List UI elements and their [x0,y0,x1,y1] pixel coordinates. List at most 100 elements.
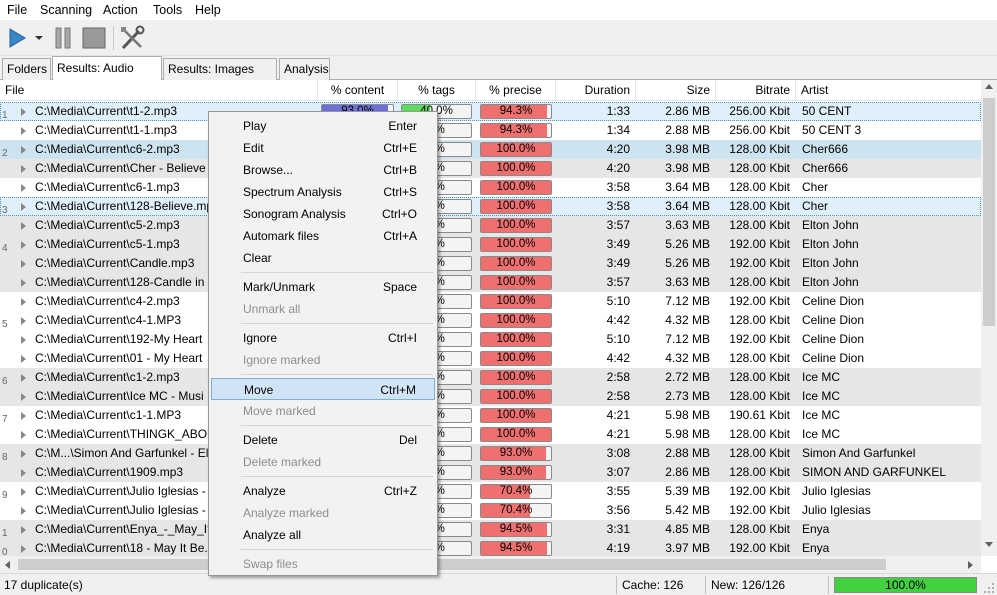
column-header-content[interactable]: % content [318,80,398,101]
expand-arrow-icon[interactable] [21,412,26,420]
table-row[interactable]: C:\Media\Current\c5-2.mp33%100.0%3:573.6… [0,216,981,235]
table-row[interactable]: C:\Media\Current\Julio Iglesias -3%70.4%… [0,501,981,520]
menu-item-shortcut: Ctrl+A [383,229,417,243]
expand-arrow-icon[interactable] [21,374,26,382]
expand-arrow-icon[interactable] [21,336,26,344]
tab-results-audio[interactable]: Results: Audio (17) [52,56,162,97]
tab-folders[interactable]: Folders [2,58,51,80]
scroll-down-arrow-icon[interactable] [985,542,993,548]
menu-item-label: Sonogram Analysis [243,207,346,221]
table-row[interactable]: C:\Media\Current\t1-1.mp30%94.3%1:342.88… [0,121,981,140]
table-row[interactable]: 7C:\Media\Current\c1-1.MP33%100.0%4:215.… [0,406,981,425]
menu-help[interactable]: Help [194,2,222,18]
expand-arrow-icon[interactable] [21,127,26,135]
table-row[interactable]: 9C:\Media\Current\Julio Iglesias -3%70.4… [0,482,981,501]
table-row[interactable]: 6C:\Media\Current\c1-2.mp33%100.0%2:582.… [0,368,981,387]
table-row[interactable]: C:\Media\Current\c6-1.mp35%100.0%3:583.6… [0,178,981,197]
tools-button[interactable] [118,24,146,52]
table-row[interactable]: C:\Media\Current\128-Candle in3%100.0%3:… [0,273,981,292]
table-row[interactable]: C:\Media\Current\Cher - Believe1%100.0%4… [0,159,981,178]
menu-item-sonogram-analysis[interactable]: Sonogram Analysis Ctrl+O [211,203,435,225]
table-row[interactable]: 5C:\Media\Current\c4-1.MP30%100.0%4:424.… [0,311,981,330]
play-dropdown-button[interactable] [32,24,46,52]
menu-action[interactable]: Action [102,2,139,18]
column-header-size[interactable]: Size [636,80,716,101]
expand-arrow-icon[interactable] [21,545,26,553]
play-button[interactable] [4,24,30,52]
table-row[interactable]: 3C:\Media\Current\128-Believe.mp5%100.0%… [0,197,981,216]
column-header-artist[interactable]: Artist [796,80,981,101]
expand-arrow-icon[interactable] [21,431,26,439]
column-header-file[interactable]: File [0,80,318,101]
menu-item-automark-files[interactable]: Automark files Ctrl+A [211,225,435,247]
expand-arrow-icon[interactable] [21,450,26,458]
horizontal-scroll-thumb[interactable] [18,559,886,570]
expand-arrow-icon[interactable] [21,469,26,477]
menu-item-ignore[interactable]: Ignore Ctrl+I [211,327,435,349]
menu-item-spectrum-analysis[interactable]: Spectrum Analysis Ctrl+S [211,181,435,203]
table-row[interactable]: C:\Media\Current\01 - My Heart5%100.0%4:… [0,349,981,368]
pause-icon [55,27,71,49]
table-row[interactable]: 8C:\M...\Simon And Garfunkel - El5%93.0%… [0,444,981,463]
vertical-scrollbar[interactable] [981,80,997,556]
expand-arrow-icon[interactable] [21,488,26,496]
expand-arrow-icon[interactable] [21,355,26,363]
menu-tools[interactable]: Tools [152,2,183,18]
cell-artist: Julio Iglesias [802,503,871,517]
horizontal-scrollbar[interactable] [0,556,981,573]
menu-item-delete[interactable]: Delete Del [211,429,435,451]
table-row[interactable]: 1C:\Media\Current\Enya_-_May_It3%94.5%3:… [0,520,981,539]
expand-arrow-icon[interactable] [21,298,26,306]
table-row[interactable]: C:\Media\Current\THINGK_ABOU3%100.0%4:21… [0,425,981,444]
resize-grip-icon[interactable] [983,582,995,594]
vertical-scroll-thumb[interactable] [983,98,995,326]
stop-button[interactable] [80,24,108,52]
column-header-precise[interactable]: % precise [476,80,556,101]
tab-analysis[interactable]: Analysis [279,58,330,80]
expand-arrow-icon[interactable] [21,507,26,515]
menu-item-mark-unmark[interactable]: Mark/Unmark Space [211,276,435,298]
cell-bitrate: 190.61 Kbit [729,408,790,422]
expand-arrow-icon[interactable] [21,146,26,154]
table-row[interactable]: C:\Media\Current\192-My Heart5%100.0%5:1… [0,330,981,349]
expand-arrow-icon[interactable] [21,184,26,192]
pause-button[interactable] [51,24,75,52]
table-row[interactable]: C:\Media\Current\1909.mp35%93.0%3:072.86… [0,463,981,482]
expand-arrow-icon[interactable] [21,222,26,230]
table-row[interactable]: C:\Media\Current\Candle.mp31%100.0%3:495… [0,254,981,273]
menu-item-browse[interactable]: Browse... Ctrl+B [211,159,435,181]
menu-item-play[interactable]: Play Enter [211,115,435,137]
scroll-right-arrow-icon[interactable] [968,561,974,569]
expand-arrow-icon[interactable] [21,317,26,325]
expand-arrow-icon[interactable] [21,260,26,268]
tab-results-images[interactable]: Results: Images (32) [163,58,277,96]
table-row[interactable]: 1C:\Media\Current\t1-2.mp393.0%40.0%94.3… [0,102,981,121]
menu-item-analyze-all[interactable]: Analyze all [211,524,435,546]
menu-item-edit[interactable]: Edit Ctrl+E [211,137,435,159]
expand-arrow-icon[interactable] [21,241,26,249]
table-row[interactable]: 2C:\Media\Current\c6-2.mp31%100.0%4:203.… [0,140,981,159]
column-header-bitrate[interactable]: Bitrate [716,80,796,101]
table-row[interactable]: C:\Media\Current\Ice MC - Musi3%100.0%2:… [0,387,981,406]
expand-arrow-icon[interactable] [21,279,26,287]
expand-arrow-icon[interactable] [21,203,26,211]
column-header-tags[interactable]: % tags [398,80,476,101]
table-row[interactable]: 0C:\Media\Current\18 - May It Be.3%94.5%… [0,539,981,556]
table-row[interactable]: 4C:\Media\Current\c5-1.mp31%100.0%3:495.… [0,235,981,254]
menu-item-clear[interactable]: Clear [211,247,435,269]
menu-item-analyze[interactable]: Analyze Ctrl+Z [211,480,435,502]
precise-percent-bar: 100.0% [480,370,552,385]
expand-arrow-icon[interactable] [21,393,26,401]
status-duplicates: 17 duplicate(s) [4,578,83,592]
scroll-up-arrow-icon[interactable] [985,84,993,90]
expand-arrow-icon[interactable] [21,526,26,534]
menu-scanning[interactable]: Scanning [39,2,93,18]
cell-size: 2.86 MB [665,104,710,118]
menu-item-move[interactable]: Move Ctrl+M [211,378,435,400]
table-row[interactable]: C:\Media\Current\c4-2.mp32%100.0%5:107.1… [0,292,981,311]
column-header-duration[interactable]: Duration [556,80,636,101]
scroll-left-arrow-icon[interactable] [5,561,11,569]
menu-file[interactable]: File [6,2,28,18]
expand-arrow-icon[interactable] [21,165,26,173]
expand-arrow-icon[interactable] [21,108,26,116]
